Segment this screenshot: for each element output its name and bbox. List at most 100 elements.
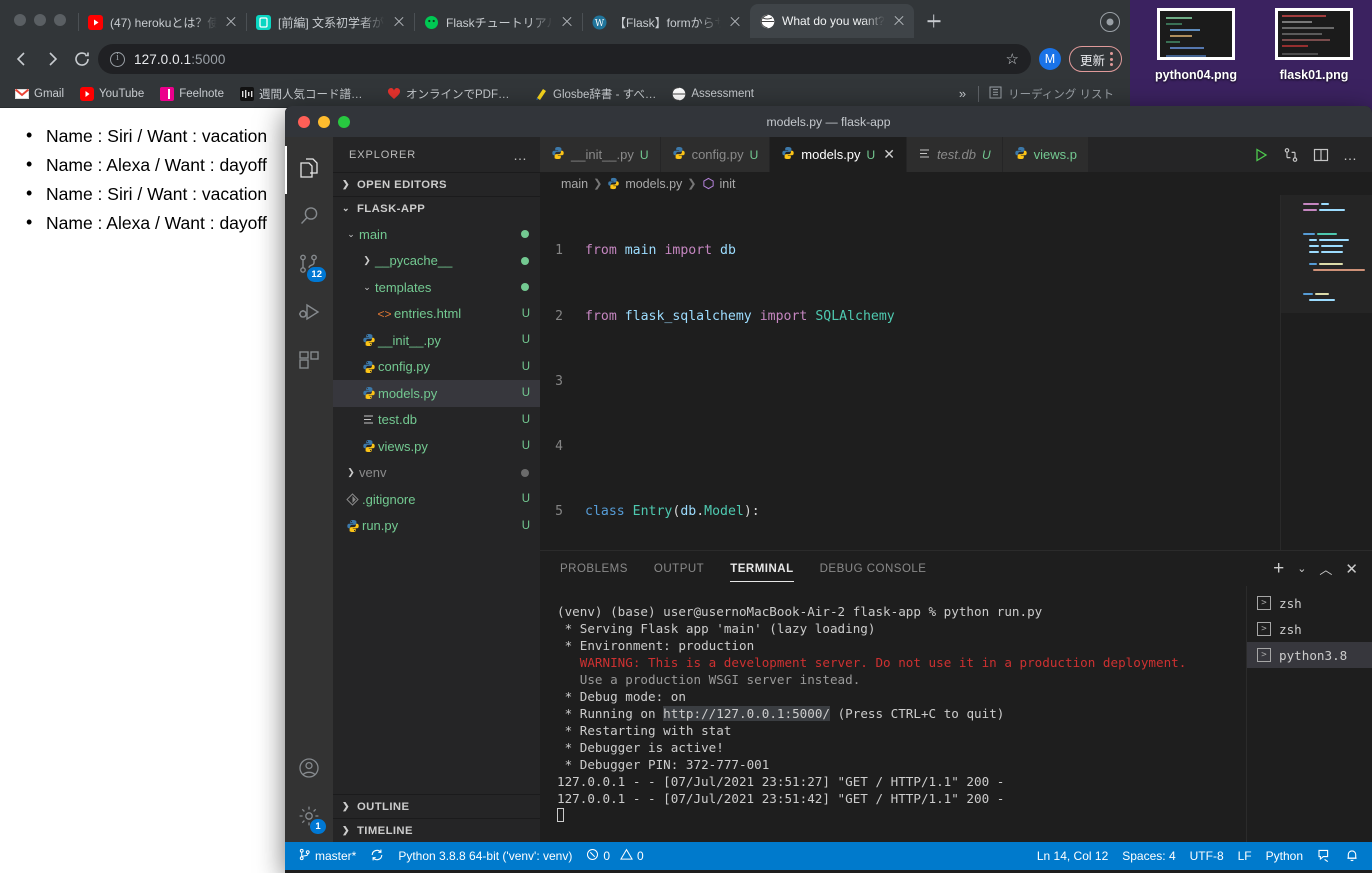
tree-item-run-py[interactable]: run.py U [333, 513, 540, 540]
close-panel-icon[interactable]: ✕ [1345, 560, 1358, 578]
tree-item-views-py[interactable]: views.py U [333, 433, 540, 460]
tree-item-models-py[interactable]: models.py U [333, 380, 540, 407]
section-timeline[interactable]: ❯ TIMELINE [333, 818, 540, 842]
panel-tab-output[interactable]: OUTPUT [654, 551, 704, 586]
bookmark-youtube[interactable]: YouTube [73, 85, 151, 103]
status-encoding[interactable]: UTF-8 [1183, 842, 1231, 870]
activity-bar-item-search[interactable] [285, 194, 333, 242]
browser-profile-button[interactable] [1100, 12, 1130, 38]
status-cursor-position[interactable]: Ln 14, Col 12 [1030, 842, 1115, 870]
reading-list-button[interactable]: リーディング リスト [981, 86, 1122, 102]
bookmark-gmail[interactable]: Gmail [8, 85, 71, 103]
breadcrumb-folder[interactable]: main [561, 177, 588, 191]
bookmark-feelnote[interactable]: Feelnote [153, 85, 231, 103]
terminal-output[interactable]: (venv) (base) user@usernoMacBook-Air-2 f… [540, 586, 1246, 842]
status-eol[interactable]: LF [1231, 842, 1259, 870]
new-tab-button[interactable] [920, 7, 948, 35]
terminal-dropdown-icon[interactable]: ⌄ [1297, 562, 1306, 575]
editor-tab-models-py[interactable]: models.py U ✕ [770, 137, 907, 172]
update-button[interactable]: 更新 [1068, 46, 1122, 72]
maximize-panel-icon[interactable]: ︿ [1319, 559, 1332, 578]
source-control-split-icon[interactable] [1283, 147, 1299, 163]
terminal-instance-zsh-1[interactable]: > zsh [1247, 590, 1372, 616]
close-window-button[interactable] [14, 14, 26, 26]
activity-bar-item-extensions[interactable] [285, 338, 333, 386]
close-icon[interactable]: ✕ [883, 146, 895, 163]
activity-bar-item-settings[interactable]: 1 [285, 794, 333, 842]
tree-item-init-py[interactable]: __init__.py U [333, 327, 540, 354]
code-editor[interactable]: 1 from main import db 2 from flask_sqlalch… [540, 195, 1372, 550]
more-actions-icon[interactable]: … [1343, 147, 1358, 163]
chevron-right-icon[interactable]: ❯ [343, 467, 359, 478]
breadcrumb-symbol[interactable]: init [720, 177, 736, 191]
tree-item-main[interactable]: ⌄ main [333, 221, 540, 248]
close-icon[interactable] [392, 15, 406, 29]
chevron-down-icon[interactable]: ⌄ [343, 229, 359, 240]
browser-tab-1[interactable]: [前編] 文系初学者がPy [246, 6, 414, 38]
panel-tab-problems[interactable]: PROBLEMS [560, 551, 628, 586]
browser-menu-icon[interactable] [1110, 52, 1113, 66]
tree-item-test-db[interactable]: test.db U [333, 407, 540, 434]
status-sync[interactable] [363, 842, 391, 870]
tree-item-gitignore[interactable]: .gitignore U [333, 486, 540, 513]
desktop-icon-flask01[interactable]: flask01.png [1264, 8, 1364, 108]
maximize-window-button[interactable] [54, 14, 66, 26]
panel-tab-debug-console[interactable]: DEBUG CONSOLE [820, 551, 927, 586]
status-python-interpreter[interactable]: Python 3.8.8 64-bit ('venv': venv) [391, 842, 579, 870]
tree-item-entries-html[interactable]: <> entries.html U [333, 301, 540, 328]
bookmark-glosbe[interactable]: Glosbe辞書 - すべ… [527, 84, 663, 104]
editor-tab-init-py[interactable]: __init__.py U [540, 137, 661, 172]
chevron-right-icon[interactable]: ❯ [359, 255, 375, 266]
breadcrumb-file[interactable]: models.py [625, 177, 682, 191]
bookmark-chordwiki[interactable]: 週間人気コード譜ラ… [233, 84, 378, 104]
browser-tab-4[interactable]: What do you want? [750, 4, 914, 38]
tree-item-venv[interactable]: ❯ venv [333, 460, 540, 487]
status-branch[interactable]: master* [291, 842, 363, 870]
tree-item-templates[interactable]: ⌄ templates [333, 274, 540, 301]
forward-button[interactable] [38, 45, 66, 73]
browser-tab-0[interactable]: (47) herokuとは？使え [78, 6, 246, 38]
chevron-down-icon[interactable]: ⌄ [359, 282, 375, 293]
status-language-mode[interactable]: Python [1259, 842, 1310, 870]
status-feedback[interactable] [1310, 842, 1338, 870]
back-button[interactable] [8, 45, 36, 73]
profile-avatar[interactable]: M [1038, 48, 1061, 70]
close-icon[interactable] [728, 15, 742, 29]
status-notifications[interactable] [1338, 842, 1366, 870]
minimize-window-button[interactable] [34, 14, 46, 26]
activity-bar-item-run-debug[interactable] [285, 290, 333, 338]
tree-item-pycache[interactable]: ❯ __pycache__ [333, 248, 540, 275]
terminal-instance-zsh-2[interactable]: > zsh [1247, 616, 1372, 642]
site-info-icon[interactable] [110, 51, 125, 67]
section-outline[interactable]: ❯ OUTLINE [333, 794, 540, 818]
bookmarks-overflow-button[interactable]: » [949, 86, 976, 101]
section-open-editors[interactable]: ❯ OPEN EDITORS [333, 172, 540, 196]
browser-tab-3[interactable]: W 【Flask】formからサ [582, 6, 750, 38]
editor-tab-config-py[interactable]: config.py U [660, 137, 771, 172]
run-python-file-icon[interactable] [1253, 147, 1269, 163]
tree-item-config-py[interactable]: config.py U [333, 354, 540, 381]
sidebar-more-actions-icon[interactable]: … [513, 147, 528, 163]
desktop-icon-python04[interactable]: python04.png [1146, 8, 1246, 108]
split-editor-icon[interactable] [1313, 147, 1329, 163]
bookmark-star-icon[interactable]: ☆ [1006, 50, 1019, 68]
terminal-instance-python38[interactable]: > python3.8 [1247, 642, 1372, 668]
browser-tab-2[interactable]: Flaskチュートリアル - [414, 6, 582, 38]
address-bar[interactable]: 127.0.0.1:5000 ☆ [98, 44, 1031, 74]
reload-button[interactable] [68, 45, 96, 73]
status-problems[interactable]: 0 0 [579, 842, 650, 870]
minimap[interactable] [1280, 195, 1372, 550]
editor-tab-views-py[interactable]: views.p [1002, 137, 1089, 172]
bookmark-smallpdf[interactable]: オンラインでPDFフ… [380, 84, 525, 104]
close-icon[interactable] [560, 15, 574, 29]
window-controls[interactable] [0, 14, 78, 38]
minimap-slider[interactable] [1281, 195, 1372, 313]
editor-tab-test-db[interactable]: test.db U [906, 137, 1003, 172]
section-flask-app[interactable]: ⌄ FLASK-APP [333, 196, 540, 220]
bookmark-assessment[interactable]: Assessment [665, 85, 761, 103]
panel-tab-terminal[interactable]: TERMINAL [730, 551, 795, 586]
status-indentation[interactable]: Spaces: 4 [1115, 842, 1182, 870]
close-icon[interactable] [892, 14, 906, 28]
new-terminal-icon[interactable]: + [1273, 559, 1284, 578]
close-icon[interactable] [224, 15, 238, 29]
